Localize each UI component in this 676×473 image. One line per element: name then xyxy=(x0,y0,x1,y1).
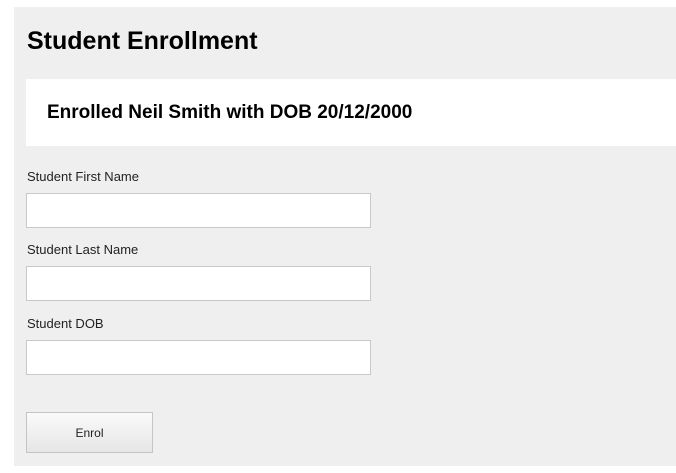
last-name-label: Student Last Name xyxy=(27,242,139,257)
first-name-label: Student First Name xyxy=(27,169,139,184)
enrol-button[interactable]: Enrol xyxy=(26,412,153,453)
enrollment-confirmation-banner: Enrolled Neil Smith with DOB 20/12/2000 xyxy=(26,79,676,146)
last-name-input[interactable] xyxy=(26,266,371,301)
enrollment-panel: Student Enrollment Enrolled Neil Smith w… xyxy=(14,7,676,466)
enrollment-confirmation-message: Enrolled Neil Smith with DOB 20/12/2000 xyxy=(47,102,413,123)
page-title: Student Enrollment xyxy=(27,27,258,55)
dob-input[interactable] xyxy=(26,340,371,375)
dob-label: Student DOB xyxy=(27,316,104,331)
first-name-input[interactable] xyxy=(26,193,371,228)
